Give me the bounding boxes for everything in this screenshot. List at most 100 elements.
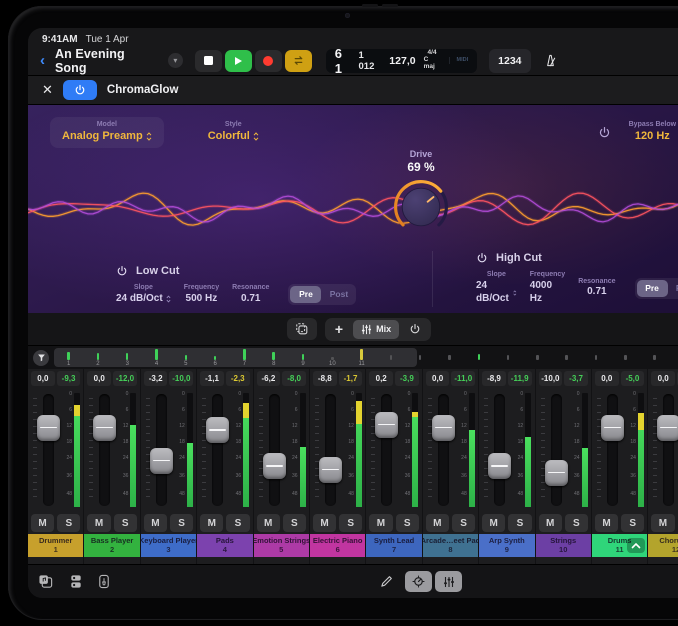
- peak-level-value[interactable]: -9,3: [57, 371, 81, 386]
- bypass-below-control[interactable]: Bypass Below 120 Hz: [629, 121, 676, 144]
- volume-value[interactable]: -8,8: [313, 371, 337, 386]
- navigator-channel[interactable]: 3: [113, 348, 142, 367]
- mute-button[interactable]: M: [87, 514, 110, 532]
- mix-tab[interactable]: Mix: [353, 320, 399, 339]
- mute-button[interactable]: M: [313, 514, 336, 532]
- track-name-tile[interactable]: Drummer1: [28, 534, 83, 557]
- add-plugin-button[interactable]: +: [327, 320, 351, 339]
- navigator-channel[interactable]: [464, 348, 493, 367]
- browser-icon[interactable]: [38, 574, 54, 589]
- fader-handle[interactable]: [93, 415, 116, 441]
- cycle-button[interactable]: [285, 50, 312, 72]
- mute-button[interactable]: M: [257, 514, 280, 532]
- solo-button[interactable]: S: [283, 514, 306, 532]
- pencil-icon[interactable]: [380, 575, 393, 588]
- volume-value[interactable]: 0,0: [87, 371, 111, 386]
- track-name-tile[interactable]: Pads4: [197, 534, 252, 557]
- track-name-tile[interactable]: Chorus V12: [648, 534, 678, 557]
- navigator-channel[interactable]: 9: [288, 348, 317, 367]
- solo-button[interactable]: S: [452, 514, 475, 532]
- volume-value[interactable]: -1,1: [200, 371, 224, 386]
- high-cut-power-icon[interactable]: [476, 252, 488, 264]
- track-name-tile[interactable]: Arcade…eet Pad8: [423, 534, 478, 557]
- track-name-tile[interactable]: Emotion Strings5: [254, 534, 309, 557]
- navigator-channel[interactable]: 5: [171, 348, 200, 367]
- high-cut-frequency[interactable]: Frequency 4000 Hz: [530, 271, 565, 305]
- track-name-tile[interactable]: Strings10: [536, 534, 591, 557]
- low-cut-slope[interactable]: Slope 24 dB/Oct: [116, 284, 171, 305]
- plugin-power-toggle[interactable]: [63, 80, 97, 100]
- mute-button[interactable]: M: [144, 514, 167, 532]
- navigator-channel[interactable]: [611, 348, 640, 367]
- peak-level-value[interactable]: -11,0: [451, 371, 475, 386]
- plug-icon[interactable]: [98, 574, 110, 589]
- style-selector[interactable]: Style Colorful: [202, 117, 265, 148]
- fader-handle[interactable]: [488, 453, 511, 479]
- fader-handle[interactable]: [263, 453, 286, 479]
- low-cut-frequency[interactable]: Frequency 500 Hz: [184, 284, 219, 305]
- mute-button[interactable]: M: [595, 514, 618, 532]
- filter-button[interactable]: [33, 350, 49, 366]
- track-name-tile[interactable]: Synth Lead7: [366, 534, 421, 557]
- fader-handle[interactable]: [601, 415, 624, 441]
- song-title[interactable]: An Evening Song: [55, 47, 158, 75]
- drive-knob[interactable]: [388, 176, 454, 238]
- mute-button[interactable]: M: [482, 514, 505, 532]
- navigator-channel[interactable]: 1: [54, 348, 83, 367]
- stop-button[interactable]: [195, 50, 222, 72]
- navigator-channel[interactable]: 6: [201, 348, 230, 367]
- mixer-power-button[interactable]: [401, 320, 429, 339]
- mute-button[interactable]: M: [200, 514, 223, 532]
- peak-level-value[interactable]: -5,0: [621, 371, 645, 386]
- count-in-button[interactable]: 1234: [489, 49, 530, 73]
- navigator-channel[interactable]: 2: [83, 348, 112, 367]
- close-icon[interactable]: ✕: [42, 82, 53, 98]
- play-button[interactable]: [225, 50, 252, 72]
- fader-handle[interactable]: [657, 415, 678, 441]
- pre-button[interactable]: Pre: [637, 280, 668, 297]
- bypass-power-icon[interactable]: [598, 126, 611, 139]
- fader-handle[interactable]: [545, 460, 568, 486]
- track-name-tile[interactable]: Keyboard Player3: [141, 534, 196, 557]
- solo-button[interactable]: S: [565, 514, 588, 532]
- track-name-tile[interactable]: Electric Piano6: [310, 534, 365, 557]
- navigator-channel[interactable]: 4: [142, 348, 171, 367]
- solo-button[interactable]: S: [114, 514, 137, 532]
- volume-value[interactable]: 0,0: [595, 371, 619, 386]
- volume-value[interactable]: 0,0: [426, 371, 450, 386]
- solo-button[interactable]: S: [396, 514, 419, 532]
- volume-value[interactable]: -3,2: [144, 371, 168, 386]
- peak-level-value[interactable]: -12,0: [113, 371, 137, 386]
- fader-handle[interactable]: [319, 457, 342, 483]
- fader-handle[interactable]: [206, 417, 229, 443]
- mute-button[interactable]: M: [539, 514, 562, 532]
- fader-handle[interactable]: [150, 448, 173, 474]
- volume-value[interactable]: -8,9: [482, 371, 506, 386]
- low-cut-resonance[interactable]: Resonance 0.71: [232, 284, 269, 305]
- navigator-channel[interactable]: 7: [230, 348, 259, 367]
- volume-value[interactable]: -10,0: [539, 371, 563, 386]
- solo-button[interactable]: S: [508, 514, 531, 532]
- low-cut-power-icon[interactable]: [116, 265, 128, 277]
- navigator-channel[interactable]: [494, 348, 523, 367]
- mute-button[interactable]: M: [369, 514, 392, 532]
- peak-level-value[interactable]: -8,0: [282, 371, 306, 386]
- high-cut-slope[interactable]: Slope 24 dB/Oct: [476, 271, 517, 305]
- mute-button[interactable]: M: [31, 514, 54, 532]
- fader-handle[interactable]: [375, 412, 398, 438]
- lcd-display[interactable]: 6 1 1 012 127,0 4/4 C maj MIDI: [326, 49, 477, 73]
- collapse-stack-button[interactable]: [627, 538, 645, 553]
- navigator-channel[interactable]: 10: [318, 348, 347, 367]
- navigator-channel[interactable]: [640, 348, 669, 367]
- solo-button[interactable]: S: [621, 514, 644, 532]
- navigator-channel[interactable]: [376, 348, 405, 367]
- record-button[interactable]: [255, 50, 282, 72]
- peak-level-value[interactable]: -3,9: [395, 371, 419, 386]
- stack-icon[interactable]: [69, 574, 83, 589]
- solo-button[interactable]: S: [170, 514, 193, 532]
- track-name-tile[interactable]: Bass Player2: [84, 534, 139, 557]
- metronome-button[interactable]: [537, 49, 564, 73]
- peak-level-value[interactable]: -3,7: [564, 371, 588, 386]
- volume-value[interactable]: 0,0: [651, 371, 675, 386]
- volume-value[interactable]: 0,0: [31, 371, 55, 386]
